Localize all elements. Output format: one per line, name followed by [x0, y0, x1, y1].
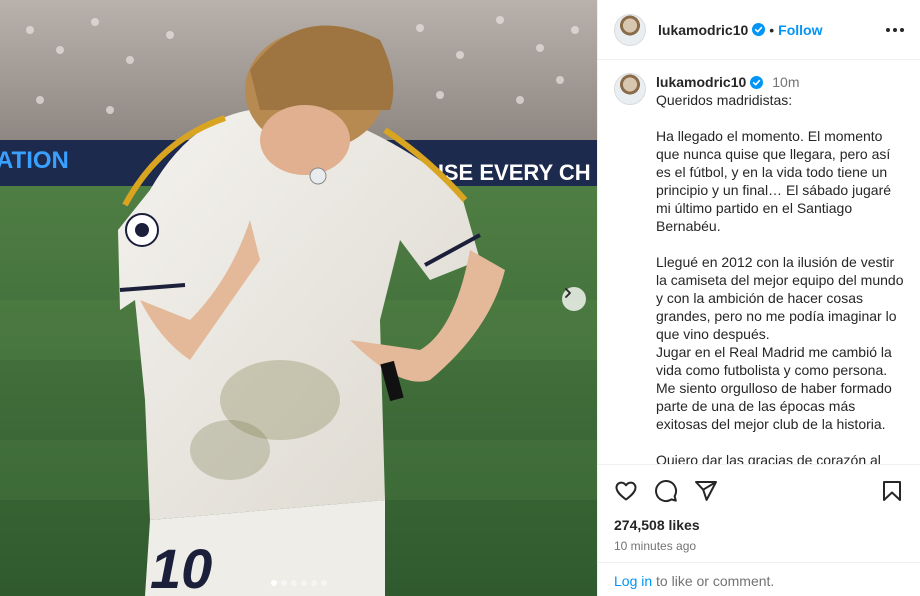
login-prompt: Log in to like or comment. [598, 562, 920, 596]
verified-badge-icon [752, 23, 766, 36]
heart-icon[interactable] [614, 479, 638, 503]
carousel-dot [300, 580, 307, 586]
author-avatar[interactable] [614, 13, 646, 46]
comment-icon[interactable] [654, 479, 678, 503]
post-timestamp: 10 minutes ago [614, 539, 697, 553]
follow-button[interactable]: Follow [778, 22, 822, 38]
banner-text-left: ATION [0, 147, 69, 174]
login-link[interactable]: Log in [614, 573, 652, 589]
post-media[interactable]: ATION USE EVERY CH 10 [0, 0, 597, 596]
chevron-right-icon [565, 288, 571, 298]
carousel-indicator [0, 580, 597, 586]
send-icon[interactable] [694, 479, 718, 503]
caption-paragraph: Quiero dar las gracias de corazón al [656, 452, 881, 464]
caption-paragraph: Llegué en 2012 con la ilusión de vestir … [656, 254, 904, 432]
verified-badge-icon [750, 75, 764, 89]
login-prompt-text: to like or comment. [652, 573, 775, 589]
carousel-next-button[interactable] [562, 287, 586, 311]
caption-time: 10m [772, 74, 800, 90]
likes-count[interactable]: 274,508 likes [614, 517, 904, 533]
caption-section: lukamodric10 10m Queridos madridistas: H… [598, 61, 920, 464]
caption: lukamodric10 10m Queridos madridistas: H… [614, 73, 904, 464]
caption-author-avatar[interactable] [614, 73, 646, 105]
caption-greeting: Queridos madridistas: [656, 92, 793, 108]
caption-paragraph: Ha llegado el momento. El momento que nu… [656, 128, 892, 234]
post-actions: 274,508 likes 10 minutes ago [598, 464, 920, 553]
banner-text-right: USE EVERY CH [428, 160, 591, 185]
post-details-panel: lukamodric10 • Follow lukamodric10 10m Q… [597, 0, 920, 596]
caption-body: lukamodric10 10m Queridos madridistas: H… [656, 73, 904, 464]
carousel-dot [280, 580, 287, 586]
caption-author-username[interactable]: lukamodric10 [656, 73, 746, 91]
bookmark-icon[interactable] [880, 479, 904, 503]
post-header: lukamodric10 • Follow [598, 0, 920, 60]
carousel-dot [320, 580, 327, 586]
author-username[interactable]: lukamodric10 [658, 22, 748, 38]
shirt-number: 10 [150, 537, 212, 596]
separator-dot: • [769, 21, 775, 38]
carousel-dot [270, 580, 277, 586]
post-photo: ATION USE EVERY CH 10 [0, 0, 597, 596]
carousel-dot [310, 580, 317, 586]
more-options-icon[interactable] [880, 22, 910, 38]
carousel-dot [290, 580, 297, 586]
